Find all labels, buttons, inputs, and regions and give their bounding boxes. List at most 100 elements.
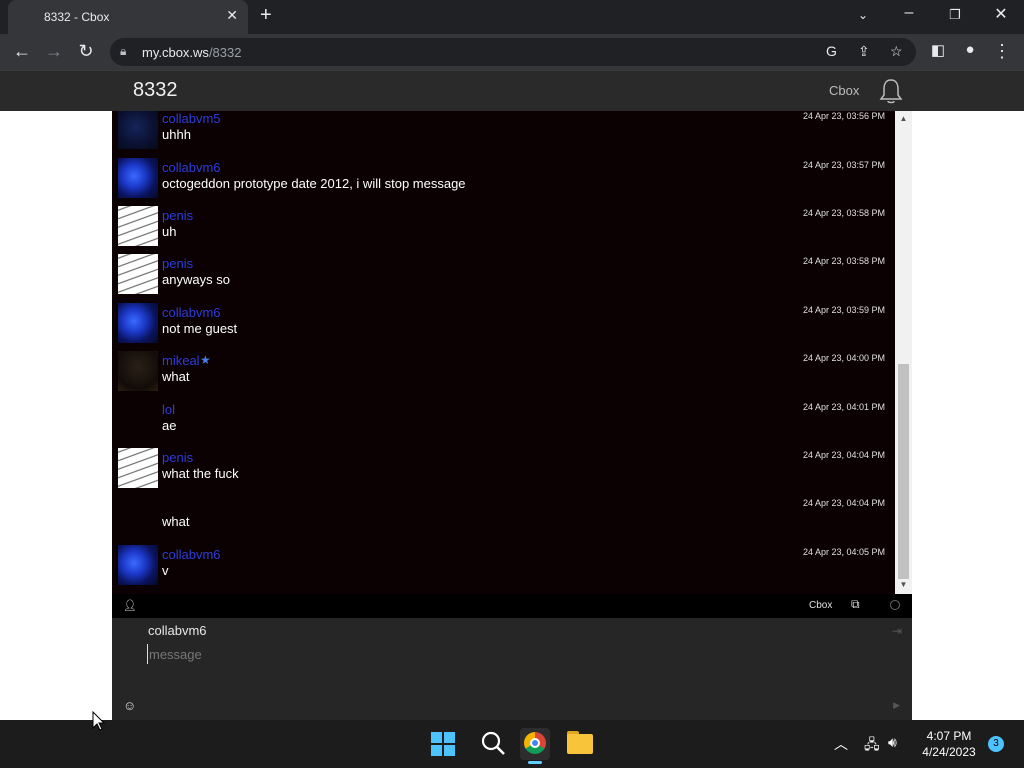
reload-icon[interactable]: ↻ — [74, 41, 98, 62]
smiley-icon[interactable]: ☺ — [123, 698, 136, 713]
message-timestamp: 24 Apr 23, 03:57 PM — [802, 160, 885, 170]
message-username[interactable]: collabvm6 — [162, 305, 221, 320]
message-timestamp: 24 Apr 23, 03:58 PM — [802, 208, 885, 218]
browser-toolbar: ← → ↻ 🔒︎ my.cbox.ws/8332 G ⇪ ☆ ◧ ● ⋮ — [0, 34, 1024, 70]
address-bar[interactable]: 🔒︎ my.cbox.ws/8332 G ⇪ ☆ — [110, 38, 916, 66]
message-timestamp: 24 Apr 23, 04:05 PM — [802, 547, 885, 557]
browser-tab[interactable]: 8332 - Cbox ✕ — [8, 0, 248, 34]
message-text: octogeddon prototype date 2012, i will s… — [162, 176, 466, 191]
volume-icon[interactable]: 🔊︎ — [888, 734, 897, 751]
message-timestamp: 24 Apr 23, 04:00 PM — [802, 353, 885, 363]
user-icon[interactable]: 👤︎ — [123, 599, 137, 612]
popout-icon[interactable]: ⧉ — [851, 597, 860, 612]
message-text: not me guest — [162, 321, 238, 336]
minimize-icon[interactable]: – — [894, 4, 924, 22]
tab-search-chevron-icon[interactable]: ⌄ — [848, 8, 878, 22]
message-text: what the fuck — [162, 466, 239, 481]
send-arrow-icon[interactable]: ▶ — [893, 700, 900, 711]
bell-icon[interactable] — [878, 77, 904, 105]
avatar[interactable] — [118, 158, 158, 198]
verified-star-icon: ★ — [200, 353, 211, 367]
avatar[interactable] — [118, 111, 158, 149]
message-username[interactable]: penis — [162, 208, 193, 223]
message-row: penis what the fuck 24 Apr 23, 04:04 PM — [112, 448, 895, 496]
message-username[interactable]: mikeal — [162, 353, 200, 368]
clock[interactable]: 4:07 PM 4/24/2023 — [912, 728, 986, 760]
message-row: collabvm6 not me guest 24 Apr 23, 03:59 PM — [112, 303, 895, 351]
forward-icon[interactable]: → — [42, 41, 66, 62]
url-text[interactable]: my.cbox.ws/8332 — [142, 45, 241, 60]
message-row: what 24 Apr 23, 04:04 PM — [112, 496, 895, 544]
windows-start-icon[interactable] — [431, 732, 455, 756]
file-explorer-icon[interactable] — [564, 728, 596, 760]
message-timestamp: 24 Apr 23, 03:56 PM — [802, 111, 885, 121]
loading-icon — [890, 600, 900, 610]
avatar[interactable] — [118, 448, 158, 488]
message-text: what — [162, 514, 190, 529]
chat-messages: collabvm5 uhhh 24 Apr 23, 03:56 PM collabvm… — [112, 111, 895, 594]
scroll-down-icon[interactable]: ▼ — [895, 580, 912, 589]
message-row: penis anyways so 24 Apr 23, 03:58 PM — [112, 254, 895, 302]
message-text: v — [162, 563, 169, 578]
message-input[interactable] — [147, 644, 747, 664]
avatar[interactable] — [118, 545, 158, 585]
message-row: collabvm6 octogeddon prototype date 2012,… — [112, 158, 895, 206]
browser-tab-bar: 8332 - Cbox ✕ + ⌄ – ❐ ✕ — [0, 0, 1024, 34]
clock-time: 4:07 PM — [926, 729, 972, 743]
message-text: anyways so — [162, 272, 230, 287]
message-text: what — [162, 369, 190, 384]
tab-title: 8332 - Cbox — [44, 10, 110, 24]
google-icon[interactable]: G — [826, 43, 837, 59]
message-username[interactable]: penis — [162, 450, 193, 465]
close-window-icon[interactable]: ✕ — [986, 4, 1016, 24]
search-icon[interactable] — [478, 728, 510, 760]
avatar[interactable] — [118, 206, 158, 246]
url-path: /8332 — [208, 45, 242, 60]
avatar[interactable] — [118, 351, 158, 391]
cbox-footer: 👤︎ Cbox ⧉ — [112, 594, 912, 618]
restore-icon[interactable]: ❐ — [940, 7, 970, 23]
message-username[interactable]: collabvm5 — [162, 111, 221, 126]
current-username[interactable]: collabvm6 — [148, 623, 207, 638]
network-icon[interactable]: 🖧︎ — [864, 734, 880, 758]
message-text: uhhh — [162, 127, 191, 142]
message-username[interactable]: lol — [162, 402, 175, 417]
message-text: ae — [162, 418, 177, 433]
new-tab-icon[interactable]: + — [260, 4, 272, 27]
cbox-header: 8332 Cbox — [0, 70, 1024, 111]
clock-date: 4/24/2023 — [922, 745, 976, 759]
share-icon[interactable]: ⇪ — [858, 43, 870, 60]
notification-badge[interactable]: 3 — [988, 736, 1004, 752]
avatar[interactable] — [118, 254, 158, 294]
close-tab-icon[interactable]: ✕ — [226, 7, 238, 24]
cbox-brand[interactable]: Cbox — [809, 600, 832, 611]
message-row: collabvm6 v 24 Apr 23, 04:05 PM — [112, 545, 895, 593]
url-host: my.cbox.ws — [142, 45, 209, 60]
profile-icon[interactable]: ● — [958, 41, 982, 58]
scroll-up-icon[interactable]: ▲ — [895, 114, 912, 123]
post-form: collabvm6 ⇥ ☺ ▶ — [112, 618, 912, 720]
cbox-link[interactable]: Cbox — [829, 83, 859, 98]
message-text: uh — [162, 224, 177, 239]
message-username[interactable]: collabvm6 — [162, 547, 221, 562]
chrome-icon[interactable] — [520, 728, 550, 764]
message-username[interactable]: penis — [162, 256, 193, 271]
message-row: mikeal ★ what 24 Apr 23, 04:00 PM — [112, 351, 895, 399]
lock-icon[interactable]: 🔒︎ — [120, 44, 126, 59]
chat-scrollbar[interactable]: ▲ ▼ — [895, 111, 912, 594]
message-timestamp: 24 Apr 23, 04:04 PM — [802, 498, 885, 508]
login-icon[interactable]: ⇥ — [892, 624, 902, 638]
avatar[interactable] — [118, 303, 158, 343]
tray-chevron-icon[interactable]: ︿ — [834, 734, 848, 754]
box-title: 8332 — [133, 79, 178, 101]
message-row: lol ae 24 Apr 23, 04:01 PM — [112, 400, 895, 448]
bookmark-star-icon[interactable]: ☆ — [890, 43, 903, 60]
message-timestamp: 24 Apr 23, 03:59 PM — [802, 305, 885, 315]
taskbar: ︿ 🖧︎ 🔊︎ 4:07 PM 4/24/2023 3 — [0, 720, 1024, 768]
scroll-thumb[interactable] — [898, 364, 909, 579]
side-panel-icon[interactable]: ◧ — [926, 41, 950, 59]
message-username[interactable]: collabvm6 — [162, 160, 221, 175]
menu-icon[interactable]: ⋮ — [990, 41, 1014, 62]
back-icon[interactable]: ← — [10, 41, 34, 62]
message-row: collabvm5 uhhh 24 Apr 23, 03:56 PM — [112, 111, 895, 157]
